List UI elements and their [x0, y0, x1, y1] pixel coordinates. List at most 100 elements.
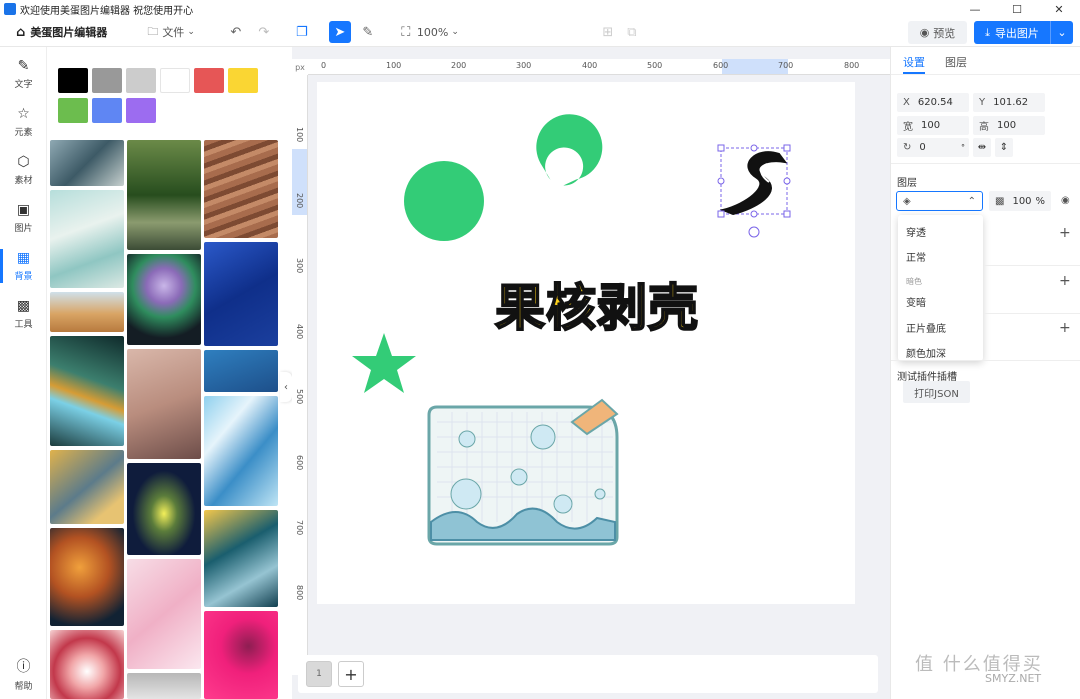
- maximize-button[interactable]: ☐: [996, 0, 1038, 18]
- bg-thumb-gold[interactable]: [50, 450, 124, 524]
- color-swatch-yellow[interactable]: [228, 68, 258, 93]
- design-canvas[interactable]: 果核剥壳: [317, 82, 855, 604]
- color-swatch-red[interactable]: [194, 68, 224, 93]
- bg-thumb-leaves[interactable]: [127, 349, 201, 459]
- nav-item-materials[interactable]: ⬡ 素材: [0, 149, 47, 191]
- redo-button[interactable]: ↷: [253, 21, 275, 43]
- bg-thumb-palm-leaf[interactable]: [204, 510, 278, 607]
- bg-thumb-gray[interactable]: [127, 673, 201, 699]
- export-dropdown-button[interactable]: ⌄: [1051, 26, 1073, 39]
- preview-button[interactable]: ◉ 预览: [908, 21, 967, 44]
- bg-thumb-wave[interactable]: [50, 190, 124, 288]
- add-section-button[interactable]: +: [1059, 273, 1071, 289]
- nav-item-images[interactable]: ▣ 图片: [0, 197, 47, 239]
- bg-thumb-prism[interactable]: [50, 336, 124, 446]
- nav-item-elements[interactable]: ☆ 元素: [0, 101, 47, 143]
- bg-thumb-aurora[interactable]: [127, 254, 201, 345]
- print-json-button[interactable]: 打印JSON: [903, 381, 970, 403]
- width-field[interactable]: 宽 100: [897, 116, 969, 135]
- rotate-handle[interactable]: [748, 226, 760, 238]
- blend-option-darken[interactable]: 变暗: [906, 294, 926, 309]
- close-button[interactable]: ✕: [1038, 0, 1080, 18]
- pen-icon: ✎: [17, 58, 30, 74]
- blend-option-passthrough[interactable]: 穿透: [906, 224, 926, 239]
- checker-icon: ▦: [16, 250, 31, 266]
- bg-thumb-blue-water[interactable]: [204, 350, 278, 392]
- color-swatch-green[interactable]: [58, 98, 88, 123]
- chevron-down-icon: ⌄: [1057, 26, 1067, 39]
- fit-screen-button[interactable]: ⛶: [395, 21, 417, 43]
- blend-option-normal[interactable]: 正常: [906, 249, 926, 264]
- nav-item-tools[interactable]: ▩ 工具: [0, 293, 47, 335]
- tab-layers[interactable]: 图层: [945, 54, 967, 70]
- resize-handle[interactable]: [783, 210, 791, 218]
- arc-element[interactable]: [525, 105, 611, 194]
- nav-item-help[interactable]: ⓘ 帮助: [0, 653, 47, 695]
- select-tool-button[interactable]: ➤: [328, 21, 351, 43]
- chevron-up-icon: ⌃: [967, 195, 976, 207]
- color-swatch-purple[interactable]: [126, 98, 156, 123]
- road-sticker-element[interactable]: [719, 151, 788, 216]
- bg-thumb-magenta[interactable]: [204, 611, 278, 699]
- resize-handle[interactable]: [783, 144, 791, 152]
- collapse-panel-button[interactable]: ‹: [280, 372, 292, 402]
- circle-element[interactable]: [404, 161, 484, 241]
- add-section-button[interactable]: +: [1059, 320, 1071, 336]
- opacity-value: 100: [1012, 195, 1032, 207]
- color-swatch-black[interactable]: [58, 68, 88, 93]
- undo-button[interactable]: ↶: [225, 21, 247, 43]
- bg-thumb-palm[interactable]: [127, 140, 201, 250]
- ruler-label: 700: [295, 520, 304, 536]
- home-button[interactable]: ⌂ 美蛋图片编辑器: [16, 24, 107, 40]
- resize-handle[interactable]: [717, 177, 725, 185]
- bg-thumb-flower[interactable]: [50, 630, 124, 699]
- y-field[interactable]: Y 101.62: [973, 93, 1045, 112]
- height-field[interactable]: 高 100: [973, 116, 1045, 135]
- bg-thumb-orange-blur[interactable]: [50, 528, 124, 626]
- resize-handle[interactable]: [750, 210, 758, 218]
- resize-handle[interactable]: [717, 144, 725, 152]
- nav-item-background[interactable]: ▦ 背景: [0, 245, 47, 287]
- nav-item-text[interactable]: ✎ 文字: [0, 53, 47, 95]
- visibility-eye-icon[interactable]: ◉: [1061, 195, 1070, 206]
- star-element[interactable]: [352, 333, 416, 393]
- color-swatch-gray[interactable]: [92, 68, 122, 93]
- blend-option-color-burn[interactable]: 颜色加深: [906, 345, 946, 360]
- tab-settings[interactable]: 设置: [903, 54, 925, 74]
- bg-thumb-desert[interactable]: [50, 292, 124, 332]
- minimize-button[interactable]: —: [954, 0, 996, 18]
- add-section-button[interactable]: +: [1059, 225, 1071, 241]
- add-page-button[interactable]: +: [338, 661, 364, 687]
- file-menu-button[interactable]: 🗀 文件 ⌄: [147, 23, 195, 42]
- bg-thumb-marble[interactable]: [204, 396, 278, 506]
- color-swatch-white[interactable]: [160, 68, 190, 93]
- color-swatch-lightgray[interactable]: [126, 68, 156, 93]
- rotation-field[interactable]: ↻ 0 °: [897, 138, 969, 157]
- canvas-title-text[interactable]: 果核剥壳: [487, 274, 707, 338]
- bg-thumb-light[interactable]: [127, 463, 201, 555]
- ungroup-button[interactable]: ⧉: [621, 21, 643, 43]
- bg-thumb-coral[interactable]: [50, 140, 124, 186]
- resize-handle[interactable]: [783, 177, 791, 185]
- flip-horizontal-button[interactable]: ⇹: [973, 138, 991, 157]
- resize-handle[interactable]: [750, 144, 758, 152]
- bg-thumb-sand[interactable]: [204, 140, 278, 238]
- group-button[interactable]: ⊞: [597, 21, 619, 43]
- bg-thumb-pink-fabric[interactable]: [127, 559, 201, 669]
- grid-paper-sticker[interactable]: [427, 398, 619, 546]
- copy-button[interactable]: ❐: [291, 21, 313, 43]
- color-swatch-blue[interactable]: [92, 98, 122, 123]
- export-button[interactable]: ⤓ 导出图片 ⌄: [974, 21, 1073, 44]
- blend-mode-select[interactable]: ◈ ⌃: [896, 191, 983, 211]
- flip-vertical-button[interactable]: ⇕: [995, 138, 1013, 157]
- blend-option-multiply[interactable]: 正片叠底: [906, 320, 946, 335]
- bg-thumb-blue-wall[interactable]: [204, 242, 278, 346]
- home-icon: ⌂: [16, 24, 26, 40]
- resize-handle[interactable]: [717, 210, 725, 218]
- x-field[interactable]: X 620.54: [897, 93, 969, 112]
- draw-tool-button[interactable]: ✎: [357, 21, 379, 43]
- export-main-button[interactable]: ⤓ 导出图片: [974, 21, 1051, 44]
- page-thumbnail[interactable]: 1: [306, 661, 332, 687]
- opacity-field[interactable]: ▩ 100 %: [989, 191, 1051, 211]
- zoom-select[interactable]: 100% ⌄: [417, 26, 459, 39]
